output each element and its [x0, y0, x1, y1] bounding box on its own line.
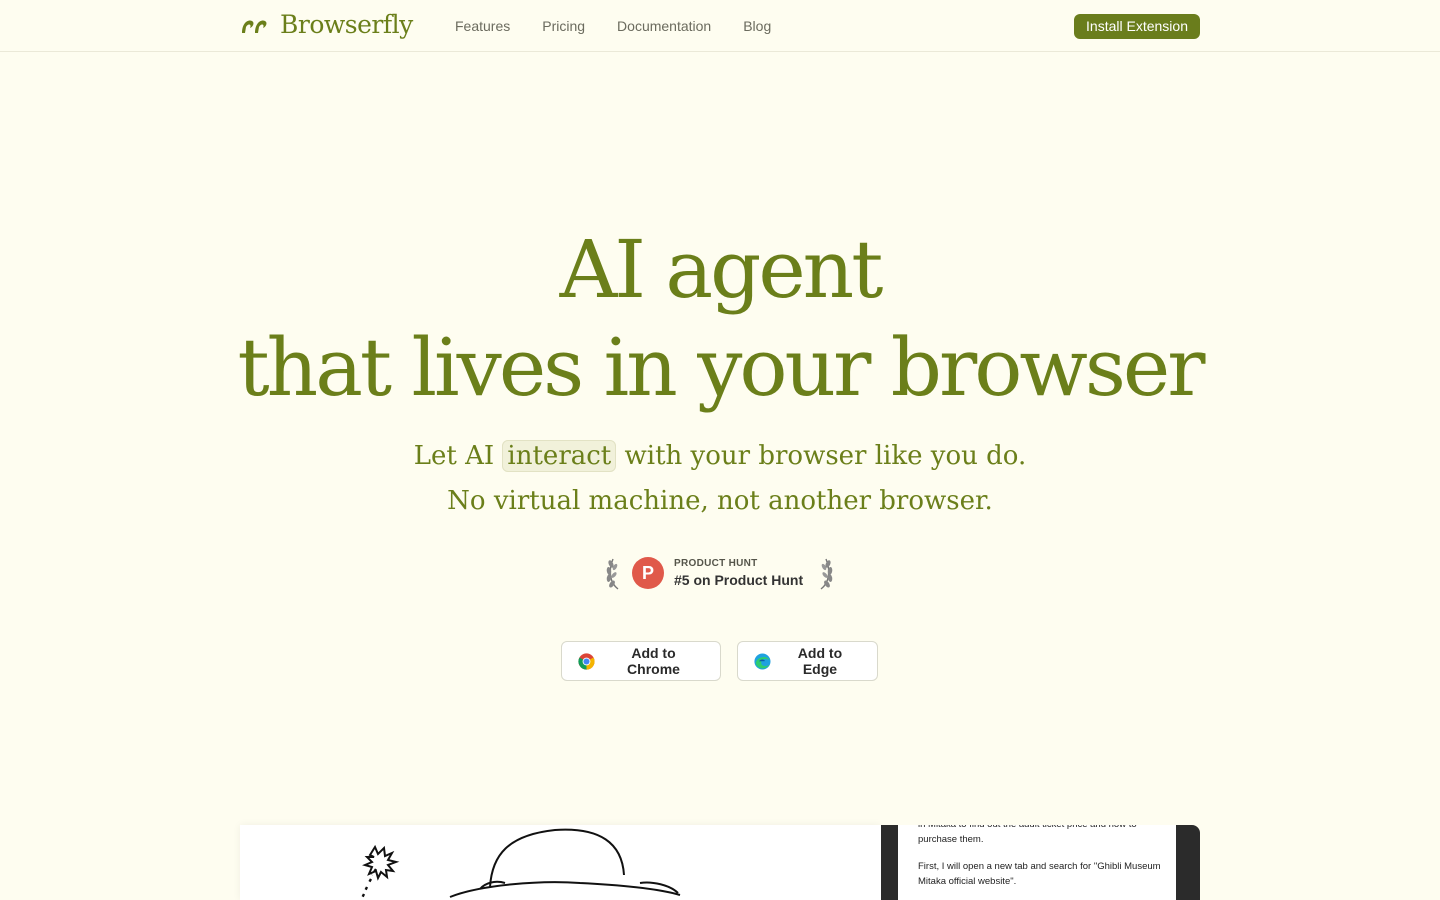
hero-subtitle-line1: Let AI interact with your browser like y…: [0, 436, 1440, 476]
product-hunt-logo-icon: P: [632, 557, 664, 589]
laurel-left-icon: [606, 558, 619, 590]
edge-icon: [754, 652, 771, 670]
subtitle-prefix: Let AI: [413, 441, 495, 471]
product-hunt-rank: #5 on Product Hunt: [674, 572, 804, 588]
add-to-edge-button[interactable]: Add to Edge: [737, 641, 878, 681]
demo-chat-panel: in Mitaka to find out the adult ticket p…: [881, 825, 1200, 900]
browserfly-logo-icon: [242, 20, 267, 33]
demo-illustration-panel: [240, 825, 881, 900]
nav-link-blog[interactable]: Blog: [743, 18, 771, 34]
store-buttons: Add to Chrome Add to Edge: [561, 641, 878, 681]
nav-links: Features Pricing Documentation Blog: [455, 18, 771, 34]
install-extension-button[interactable]: Install Extension: [1074, 14, 1200, 39]
hero-title-line1: AI agent: [559, 223, 884, 316]
brand-name: Browserfly: [280, 10, 413, 39]
nav-link-documentation[interactable]: Documentation: [617, 18, 711, 34]
brand-logo[interactable]: Browserfly: [240, 10, 413, 39]
add-to-chrome-label: Add to Chrome: [627, 645, 680, 677]
add-to-chrome-button[interactable]: Add to Chrome: [561, 641, 721, 681]
chat-message-2: First, I will open a new tab and search …: [918, 861, 1161, 887]
chat-message-1: in Mitaka to find out the adult ticket p…: [918, 825, 1137, 845]
product-hunt-label: PRODUCT HUNT: [674, 558, 758, 569]
product-hunt-badge[interactable]: P PRODUCT HUNT #5 on Product Hunt: [604, 553, 836, 593]
hero-title: AI agent that lives in your browser: [0, 222, 1440, 416]
subtitle-highlight: interact: [502, 440, 617, 472]
product-hunt-text: PRODUCT HUNT #5 on Product Hunt: [674, 558, 803, 588]
hero-title-line2: that lives in your browser: [237, 321, 1206, 414]
subtitle-suffix: with your browser like you do.: [624, 441, 1027, 471]
top-navigation: Browserfly Features Pricing Documentatio…: [0, 0, 1440, 52]
hero-subtitle-line2: No virtual machine, not another browser.: [447, 486, 993, 516]
add-to-edge-label: Add to Edge: [797, 645, 843, 677]
nav-link-pricing[interactable]: Pricing: [542, 18, 585, 34]
sketch-illustration: [360, 828, 681, 899]
chat-content: in Mitaka to find out the adult ticket p…: [898, 825, 1176, 900]
laurel-right-icon: [820, 558, 833, 590]
nav-link-features[interactable]: Features: [455, 18, 510, 34]
chrome-icon: [578, 652, 595, 670]
